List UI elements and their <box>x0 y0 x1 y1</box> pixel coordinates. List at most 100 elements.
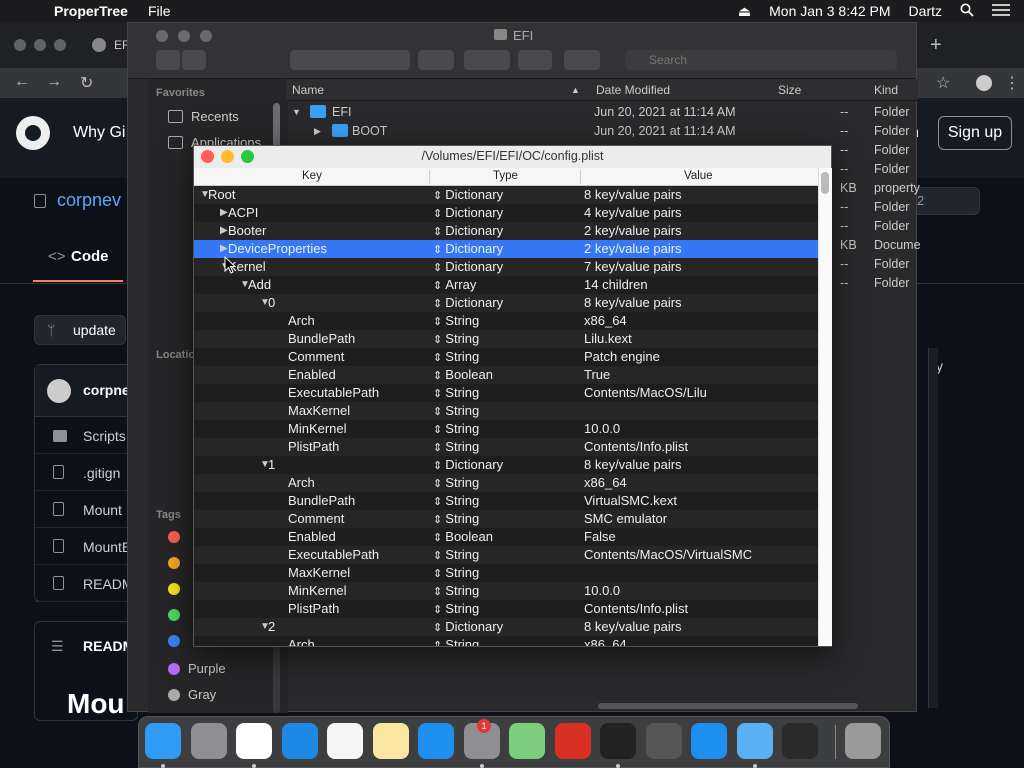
plist-row[interactable]: PlistPath ⇕ String Contents/Info.plist <box>194 600 818 618</box>
toolbox-icon[interactable] <box>554 723 591 759</box>
plist-value[interactable]: True <box>584 367 610 382</box>
plist-key[interactable]: Add <box>248 277 271 292</box>
plist-value[interactable]: x86_64 <box>584 475 627 490</box>
plist-row[interactable]: ▼ 0 ⇕ Dictionary 8 key/value pairs <box>194 294 818 312</box>
new-tab-icon[interactable]: + <box>930 34 942 57</box>
sidebar-tag-purple[interactable]: Purple <box>168 661 226 676</box>
type-updown-icon[interactable]: ⇕ <box>433 478 445 490</box>
file-menu[interactable]: File <box>148 3 171 19</box>
plist-key[interactable]: ACPI <box>228 205 258 220</box>
app-store-icon[interactable] <box>418 723 454 759</box>
type-updown-icon[interactable]: ⇕ <box>433 352 445 364</box>
action-gear-icon[interactable] <box>464 50 510 70</box>
plist-key[interactable]: Enabled <box>288 367 336 382</box>
plist-row[interactable]: ▼ Root ⇕ Dictionary 8 key/value pairs <box>194 186 818 204</box>
plist-type[interactable]: ⇕ String <box>433 475 479 490</box>
type-updown-icon[interactable]: ⇕ <box>433 334 445 346</box>
plist-type[interactable]: ⇕ Dictionary <box>433 457 503 472</box>
tab-code[interactable]: Code <box>71 248 109 265</box>
file-name[interactable]: .gitign <box>83 465 120 481</box>
clock[interactable]: Mon Jan 3 8:42 PM <box>769 3 890 19</box>
plist-value[interactable]: SMC emulator <box>584 511 667 526</box>
notes-icon[interactable] <box>372 723 409 759</box>
plist-row[interactable]: MinKernel ⇕ String 10.0.0 <box>194 582 818 600</box>
list-item[interactable]: MountE <box>35 528 137 565</box>
plist-key[interactable]: Comment <box>288 511 344 526</box>
plist-row[interactable]: PlistPath ⇕ String Contents/Info.plist <box>194 438 818 456</box>
type-updown-icon[interactable]: ⇕ <box>433 496 445 508</box>
plist-type[interactable]: ⇕ String <box>433 565 479 580</box>
control-center-icon[interactable] <box>992 3 1010 20</box>
utility-icon[interactable] <box>782 723 818 759</box>
list-item[interactable]: READM <box>35 565 137 602</box>
plist-row[interactable]: ▶ DeviceProperties ⇕ Dictionary 2 key/value… <box>194 240 818 258</box>
plist-row[interactable]: MinKernel ⇕ String 10.0.0 <box>194 420 818 438</box>
plist-type[interactable]: ⇕ Dictionary <box>433 295 503 310</box>
plist-type[interactable]: ⇕ String <box>433 493 479 508</box>
plist-row[interactable]: ▶ ACPI ⇕ Dictionary 4 key/value pairs <box>194 204 818 222</box>
scrollbar[interactable] <box>928 348 938 708</box>
forward-button[interactable] <box>182 50 206 70</box>
sidebar-item-recents[interactable]: Recents <box>168 109 239 124</box>
minimize-dot-icon[interactable] <box>34 39 46 51</box>
plist-type[interactable]: ⇕ String <box>433 601 479 616</box>
type-updown-icon[interactable]: ⇕ <box>433 640 445 646</box>
group-button[interactable] <box>418 50 454 70</box>
plist-row[interactable]: ▼ Add ⇕ Array 14 children <box>194 276 818 294</box>
calendar-icon[interactable] <box>327 723 363 759</box>
maps-icon[interactable] <box>509 723 545 759</box>
bookmark-star-icon[interactable]: ☆ <box>936 73 950 93</box>
type-updown-icon[interactable]: ⇕ <box>433 604 445 616</box>
column-date[interactable]: Date Modified <box>596 83 670 97</box>
tag-button[interactable] <box>564 50 600 70</box>
plist-row[interactable]: ExecutablePath ⇕ String Contents/MacOS/Vir… <box>194 546 818 564</box>
plist-value[interactable]: 2 key/value pairs <box>584 223 682 238</box>
eject-icon[interactable]: ⏏ <box>738 3 751 20</box>
plist-row[interactable]: BundlePath ⇕ String Lilu.kext <box>194 330 818 348</box>
plist-row[interactable]: MaxKernel ⇕ String <box>194 564 818 582</box>
type-updown-icon[interactable]: ⇕ <box>433 244 445 256</box>
back-icon[interactable]: ← <box>14 73 30 91</box>
column-divider[interactable] <box>429 170 430 184</box>
plist-type[interactable]: ⇕ Boolean <box>433 367 493 382</box>
plist-type[interactable]: ⇕ String <box>433 313 479 328</box>
type-updown-icon[interactable]: ⇕ <box>433 190 445 202</box>
type-updown-icon[interactable]: ⇕ <box>433 586 445 598</box>
column-size[interactable]: Size <box>778 83 801 97</box>
finder-row[interactable]: ▶ BOOT Jun 20, 2021 at 11:14 AM -- Folder <box>286 122 918 141</box>
plist-value[interactable]: x86_64 <box>584 313 627 328</box>
chrome-icon[interactable] <box>236 723 272 759</box>
plist-value[interactable]: Contents/MacOS/Lilu <box>584 385 707 400</box>
safari-icon[interactable] <box>281 723 318 759</box>
forward-icon[interactable]: → <box>46 73 62 91</box>
sidebar-tag-yellow[interactable] <box>168 583 180 595</box>
sidebar-tag-red[interactable] <box>168 531 180 543</box>
plist-row[interactable]: MaxKernel ⇕ String <box>194 402 818 420</box>
type-updown-icon[interactable]: ⇕ <box>433 406 445 418</box>
plist-key[interactable]: 0 <box>268 295 275 310</box>
list-item[interactable]: Mount <box>35 491 137 528</box>
branch-selector[interactable]: ᛘ update <box>34 315 126 345</box>
plist-type[interactable]: ⇕ String <box>433 385 479 400</box>
plist-key[interactable]: ExecutablePath <box>288 385 379 400</box>
zoom-button[interactable] <box>200 30 212 42</box>
column-divider[interactable] <box>580 170 581 184</box>
browser-menu-icon[interactable]: ⋮ <box>1004 73 1020 93</box>
plist-value[interactable]: 2 key/value pairs <box>584 241 682 256</box>
github-logo-icon[interactable] <box>16 116 50 150</box>
finder-horizontal-scrollbar[interactable] <box>598 703 858 709</box>
type-updown-icon[interactable]: ⇕ <box>433 208 445 220</box>
type-updown-icon[interactable]: ⇕ <box>433 226 445 238</box>
plist-key[interactable]: 1 <box>268 457 275 472</box>
plist-value[interactable]: 8 key/value pairs <box>584 187 682 202</box>
plist-type[interactable]: ⇕ String <box>433 439 479 454</box>
app-menu[interactable]: ProperTree <box>54 3 128 19</box>
list-item[interactable]: Scripts <box>35 417 137 454</box>
plist-row[interactable]: Arch ⇕ String x86_64 <box>194 474 818 492</box>
plist-value[interactable]: 4 key/value pairs <box>584 205 682 220</box>
type-updown-icon[interactable]: ⇕ <box>433 280 445 292</box>
profile-icon[interactable] <box>976 75 992 91</box>
plist-value[interactable]: 14 children <box>584 277 648 292</box>
plist-value[interactable]: Contents/Info.plist <box>584 439 688 454</box>
sort-chevron-icon[interactable]: ▲ <box>571 85 580 95</box>
